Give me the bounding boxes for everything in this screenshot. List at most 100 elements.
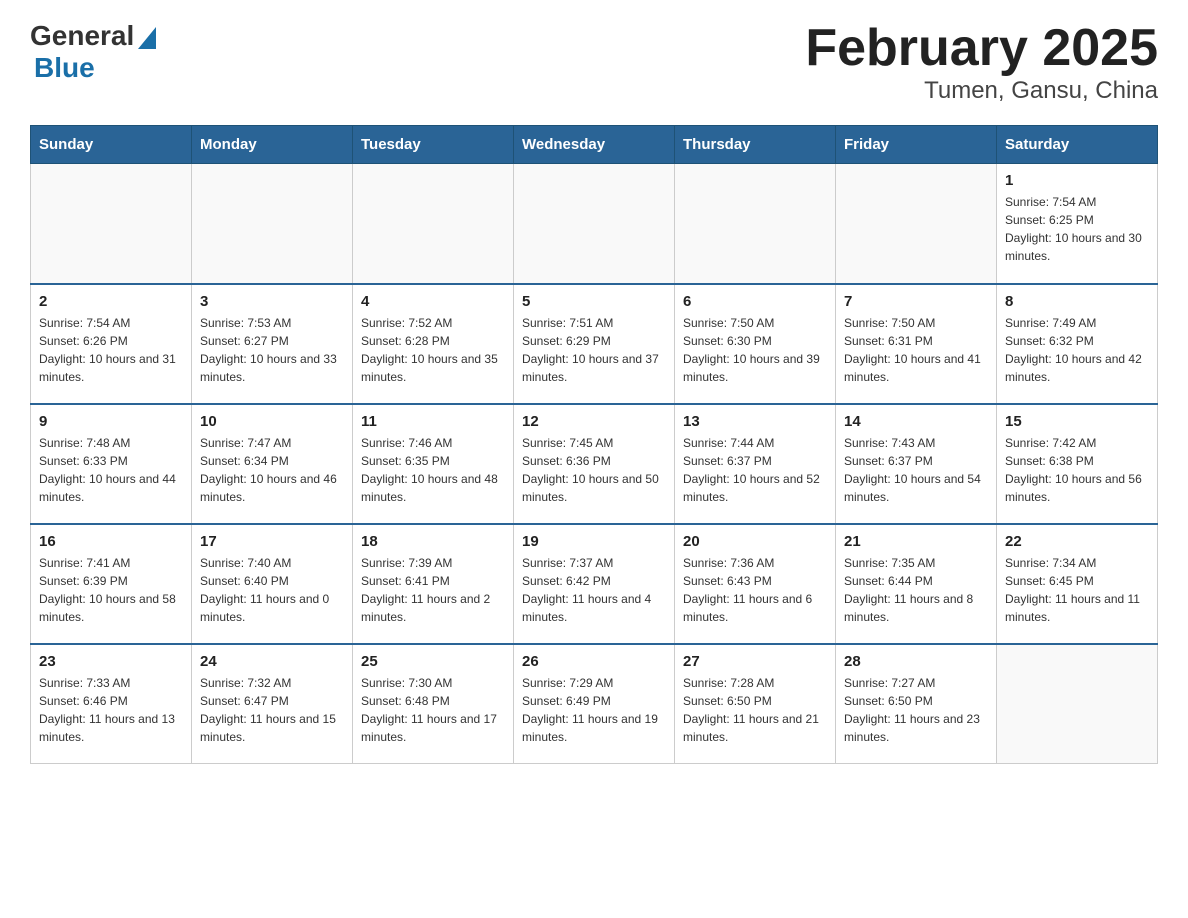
day-number: 7 [844, 293, 988, 310]
calendar-day-14: 14 Sunrise: 7:43 AM Sunset: 6:37 PM Dayli… [836, 404, 997, 524]
day-info: Sunrise: 7:41 AM Sunset: 6:39 PM Dayligh… [39, 554, 183, 626]
empty-cell [836, 164, 997, 284]
empty-cell [675, 164, 836, 284]
weekday-header-saturday: Saturday [997, 126, 1158, 164]
day-info: Sunrise: 7:35 AM Sunset: 6:44 PM Dayligh… [844, 554, 988, 626]
logo-line2: Blue [30, 52, 156, 84]
weekday-header-row: SundayMondayTuesdayWednesdayThursdayFrid… [31, 126, 1158, 164]
day-info: Sunrise: 7:54 AM Sunset: 6:25 PM Dayligh… [1005, 193, 1149, 265]
day-number: 25 [361, 653, 505, 670]
logo-blue-text: Blue [34, 52, 95, 84]
calendar-day-24: 24Sunrise: 7:32 AM Sunset: 6:47 PM Dayli… [192, 644, 353, 764]
day-info: Sunrise: 7:51 AM Sunset: 6:29 PM Dayligh… [522, 314, 666, 386]
weekday-header-friday: Friday [836, 126, 997, 164]
day-info: Sunrise: 7:52 AM Sunset: 6:28 PM Dayligh… [361, 314, 505, 386]
day-number: 9 [39, 413, 183, 430]
day-number: 2 [39, 293, 183, 310]
day-number: 28 [844, 653, 988, 670]
calendar-day-9: 9 Sunrise: 7:48 AM Sunset: 6:33 PM Daylig… [31, 404, 192, 524]
day-info: Sunrise: 7:53 AM Sunset: 6:27 PM Dayligh… [200, 314, 344, 386]
calendar-week-5: 23Sunrise: 7:33 AM Sunset: 6:46 PM Dayli… [31, 644, 1158, 764]
calendar-day-13: 13 Sunrise: 7:44 AM Sunset: 6:37 PM Dayli… [675, 404, 836, 524]
day-number: 26 [522, 653, 666, 670]
calendar-day-2: 2Sunrise: 7:54 AM Sunset: 6:26 PM Daylig… [31, 284, 192, 404]
calendar-day-20: 20 Sunrise: 7:36 AM Sunset: 6:43 PM Dayli… [675, 524, 836, 644]
calendar-day-6: 6 Sunrise: 7:50 AM Sunset: 6:30 PM Daylig… [675, 284, 836, 404]
empty-cell [514, 164, 675, 284]
day-number: 17 [200, 533, 344, 550]
weekday-header-tuesday: Tuesday [353, 126, 514, 164]
weekday-header-thursday: Thursday [675, 126, 836, 164]
day-number: 19 [522, 533, 666, 550]
day-number: 12 [522, 413, 666, 430]
day-info: Sunrise: 7:42 AM Sunset: 6:38 PM Dayligh… [1005, 434, 1149, 506]
day-info: Sunrise: 7:27 AM Sunset: 6:50 PM Dayligh… [844, 674, 988, 746]
calendar-day-27: 27Sunrise: 7:28 AM Sunset: 6:50 PM Dayli… [675, 644, 836, 764]
calendar-header: SundayMondayTuesdayWednesdayThursdayFrid… [31, 126, 1158, 164]
calendar-day-4: 4 Sunrise: 7:52 AM Sunset: 6:28 PM Daylig… [353, 284, 514, 404]
day-info: Sunrise: 7:36 AM Sunset: 6:43 PM Dayligh… [683, 554, 827, 626]
day-number: 18 [361, 533, 505, 550]
day-info: Sunrise: 7:46 AM Sunset: 6:35 PM Dayligh… [361, 434, 505, 506]
weekday-header-wednesday: Wednesday [514, 126, 675, 164]
calendar-day-19: 19Sunrise: 7:37 AM Sunset: 6:42 PM Dayli… [514, 524, 675, 644]
calendar-day-7: 7 Sunrise: 7:50 AM Sunset: 6:31 PM Daylig… [836, 284, 997, 404]
day-info: Sunrise: 7:30 AM Sunset: 6:48 PM Dayligh… [361, 674, 505, 746]
day-info: Sunrise: 7:50 AM Sunset: 6:30 PM Dayligh… [683, 314, 827, 386]
day-number: 27 [683, 653, 827, 670]
day-number: 14 [844, 413, 988, 430]
title-block: February 2025 Tumen, Gansu, China [805, 20, 1158, 105]
calendar-day-21: 21 Sunrise: 7:35 AM Sunset: 6:44 PM Dayli… [836, 524, 997, 644]
calendar-day-3: 3Sunrise: 7:53 AM Sunset: 6:27 PM Daylig… [192, 284, 353, 404]
calendar-body: 1 Sunrise: 7:54 AM Sunset: 6:25 PM Daylig… [31, 164, 1158, 764]
calendar-day-5: 5Sunrise: 7:51 AM Sunset: 6:29 PM Daylig… [514, 284, 675, 404]
day-number: 21 [844, 533, 988, 550]
calendar-day-15: 15 Sunrise: 7:42 AM Sunset: 6:38 PM Dayli… [997, 404, 1158, 524]
page-header: General Blue February 2025 Tumen, Gansu,… [30, 20, 1158, 105]
day-info: Sunrise: 7:39 AM Sunset: 6:41 PM Dayligh… [361, 554, 505, 626]
calendar-week-3: 9 Sunrise: 7:48 AM Sunset: 6:33 PM Daylig… [31, 404, 1158, 524]
calendar-table: SundayMondayTuesdayWednesdayThursdayFrid… [30, 125, 1158, 764]
empty-cell [31, 164, 192, 284]
day-info: Sunrise: 7:43 AM Sunset: 6:37 PM Dayligh… [844, 434, 988, 506]
day-info: Sunrise: 7:47 AM Sunset: 6:34 PM Dayligh… [200, 434, 344, 506]
day-number: 20 [683, 533, 827, 550]
day-number: 8 [1005, 293, 1149, 310]
day-info: Sunrise: 7:50 AM Sunset: 6:31 PM Dayligh… [844, 314, 988, 386]
empty-cell [353, 164, 514, 284]
day-info: Sunrise: 7:49 AM Sunset: 6:32 PM Dayligh… [1005, 314, 1149, 386]
day-info: Sunrise: 7:44 AM Sunset: 6:37 PM Dayligh… [683, 434, 827, 506]
calendar-day-22: 22 Sunrise: 7:34 AM Sunset: 6:45 PM Dayli… [997, 524, 1158, 644]
day-number: 22 [1005, 533, 1149, 550]
day-number: 23 [39, 653, 183, 670]
day-info: Sunrise: 7:29 AM Sunset: 6:49 PM Dayligh… [522, 674, 666, 746]
day-info: Sunrise: 7:32 AM Sunset: 6:47 PM Dayligh… [200, 674, 344, 746]
calendar-day-18: 18 Sunrise: 7:39 AM Sunset: 6:41 PM Dayli… [353, 524, 514, 644]
weekday-header-monday: Monday [192, 126, 353, 164]
logo: General Blue [30, 20, 156, 84]
weekday-header-sunday: Sunday [31, 126, 192, 164]
day-number: 11 [361, 413, 505, 430]
day-number: 10 [200, 413, 344, 430]
day-number: 1 [1005, 172, 1149, 189]
calendar-day-8: 8 Sunrise: 7:49 AM Sunset: 6:32 PM Daylig… [997, 284, 1158, 404]
day-info: Sunrise: 7:45 AM Sunset: 6:36 PM Dayligh… [522, 434, 666, 506]
logo-triangle-icon [138, 27, 156, 49]
page-title: February 2025 [805, 20, 1158, 77]
day-info: Sunrise: 7:40 AM Sunset: 6:40 PM Dayligh… [200, 554, 344, 626]
day-number: 6 [683, 293, 827, 310]
calendar-day-11: 11 Sunrise: 7:46 AM Sunset: 6:35 PM Dayli… [353, 404, 514, 524]
day-info: Sunrise: 7:34 AM Sunset: 6:45 PM Dayligh… [1005, 554, 1149, 626]
day-number: 4 [361, 293, 505, 310]
calendar-day-28: 28 Sunrise: 7:27 AM Sunset: 6:50 PM Dayli… [836, 644, 997, 764]
calendar-day-25: 25 Sunrise: 7:30 AM Sunset: 6:48 PM Dayli… [353, 644, 514, 764]
day-number: 13 [683, 413, 827, 430]
calendar-day-23: 23Sunrise: 7:33 AM Sunset: 6:46 PM Dayli… [31, 644, 192, 764]
day-info: Sunrise: 7:48 AM Sunset: 6:33 PM Dayligh… [39, 434, 183, 506]
day-number: 15 [1005, 413, 1149, 430]
calendar-day-12: 12 Sunrise: 7:45 AM Sunset: 6:36 PM Dayli… [514, 404, 675, 524]
calendar-week-4: 16 Sunrise: 7:41 AM Sunset: 6:39 PM Dayli… [31, 524, 1158, 644]
calendar-week-1: 1 Sunrise: 7:54 AM Sunset: 6:25 PM Daylig… [31, 164, 1158, 284]
day-number: 16 [39, 533, 183, 550]
empty-cell [192, 164, 353, 284]
